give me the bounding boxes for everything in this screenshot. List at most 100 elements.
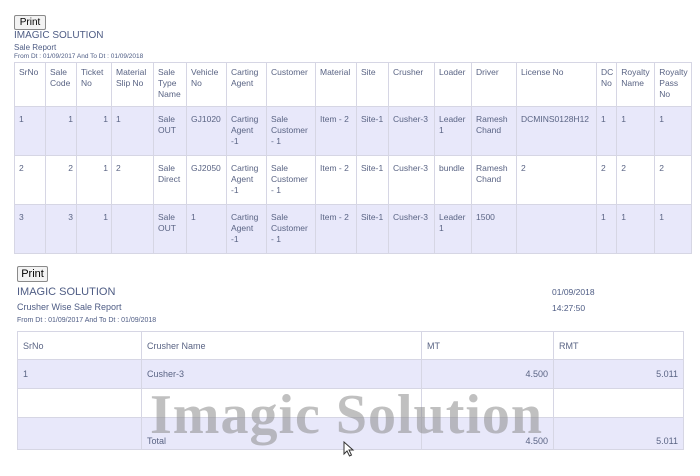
table-cell: Carting Agent -1 <box>226 204 267 254</box>
table-cell <box>111 204 154 254</box>
table-cell: 2 <box>516 155 597 205</box>
report-date: 01/09/2018 <box>552 287 595 297</box>
column-header: Royalty Pass No <box>654 62 692 107</box>
table-cell: Cusher-3 <box>388 106 435 156</box>
table-cell: Sale OUT <box>153 204 187 254</box>
table-cell: 4.500 <box>421 359 554 389</box>
report-time: 14:27:50 <box>552 303 586 313</box>
mouse-pointer-icon <box>343 441 355 457</box>
table-cell: Ramesh Chand <box>471 106 517 156</box>
table-cell: 2 <box>111 155 154 205</box>
table-cell: 2 <box>654 155 692 205</box>
print-button[interactable]: Print <box>14 15 46 30</box>
column-header: Material Slip No <box>111 62 154 107</box>
table-cell: Carting Agent -1 <box>226 106 267 156</box>
table-header-row: SrNo Crusher Name MT RMT <box>17 331 684 360</box>
table-cell: 1 <box>654 204 692 254</box>
table-cell: 1 <box>595 204 618 254</box>
table-cell: Sale OUT <box>153 106 187 156</box>
table-cell: Carting Agent -1 <box>226 155 267 205</box>
column-header: DC No <box>595 62 618 107</box>
table-cell: Sale Customer - 1 <box>266 106 316 156</box>
table-row: 1 Cusher-3 4.500 5.011 <box>17 359 684 389</box>
table-cell: Sale Customer - 1 <box>266 155 316 205</box>
table-cell: 2 <box>14 155 46 205</box>
table-cell: Leader 1 <box>434 106 472 156</box>
table-cell: GJ2050 <box>186 155 227 205</box>
total-rmt: 5.011 <box>553 417 684 450</box>
table-cell: 2 <box>45 155 77 205</box>
sale-report-table: SrNo Sale Code Ticket No Material Slip N… <box>14 62 692 254</box>
table-cell: 1 <box>595 106 618 156</box>
table-cell <box>141 388 422 418</box>
table-cell: 1 <box>111 106 154 156</box>
table-cell: 1 <box>14 106 46 156</box>
table-cell: 2 <box>616 155 656 205</box>
table-cell: 3 <box>14 204 46 254</box>
column-header: Sale Type Name <box>153 62 187 107</box>
column-header: License No <box>516 62 597 107</box>
table-cell: Site-1 <box>356 155 389 205</box>
table-cell: bundle <box>434 155 472 205</box>
table-cell <box>553 388 684 418</box>
column-header: Site <box>356 62 389 107</box>
column-header: Driver <box>471 62 517 107</box>
table-cell: Ramesh Chand <box>471 155 517 205</box>
table-header-row: SrNo Sale Code Ticket No Material Slip N… <box>14 62 692 107</box>
table-cell <box>17 417 142 450</box>
column-header: Customer <box>266 62 316 107</box>
column-header: RMT <box>553 331 684 360</box>
column-header: SrNo <box>17 331 142 360</box>
table-cell: Sale Customer - 1 <box>266 204 316 254</box>
table-cell: Sale Direct <box>153 155 187 205</box>
table-cell: Cusher-3 <box>388 204 435 254</box>
table-row: 3 3 1 Sale OUT 1 Carting Agent -1 Sale C… <box>14 204 692 254</box>
print-button[interactable]: Print <box>17 266 48 282</box>
table-cell: 1 <box>45 106 77 156</box>
table-cell: 1 <box>654 106 692 156</box>
table-cell: Site-1 <box>356 106 389 156</box>
table-cell: 1 <box>76 204 112 254</box>
table-cell: DCMINS0128H12 <box>516 106 597 156</box>
table-cell: Leader 1 <box>434 204 472 254</box>
table-cell: 1500 <box>471 204 517 254</box>
total-mt: 4.500 <box>421 417 554 450</box>
column-header: Royalty Name <box>616 62 656 107</box>
table-cell <box>17 388 142 418</box>
table-cell: Item - 2 <box>315 155 357 205</box>
table-cell: 1 <box>76 106 112 156</box>
table-cell: 1 <box>17 359 142 389</box>
table-cell: Site-1 <box>356 204 389 254</box>
table-cell: 3 <box>45 204 77 254</box>
table-cell: 5.011 <box>553 359 684 389</box>
table-cell: 2 <box>595 155 618 205</box>
column-header: Vehicle No <box>186 62 227 107</box>
crusher-sale-table: SrNo Crusher Name MT RMT 1 Cusher-3 4.50… <box>17 331 684 450</box>
report-title: Crusher Wise Sale Report <box>17 302 122 312</box>
table-cell: Item - 2 <box>315 204 357 254</box>
date-range: From Dt : 01/09/2017 And To Dt : 01/09/2… <box>14 53 144 60</box>
table-cell: Cusher-3 <box>388 155 435 205</box>
column-header: Sale Code <box>45 62 77 107</box>
table-cell <box>421 388 554 418</box>
column-header: Carting Agent <box>226 62 267 107</box>
table-cell: GJ1020 <box>186 106 227 156</box>
company-name: IMAGIC SOLUTION <box>17 286 116 298</box>
column-header: Ticket No <box>76 62 112 107</box>
column-header: MT <box>421 331 554 360</box>
table-cell: 1 <box>76 155 112 205</box>
column-header: SrNo <box>14 62 46 107</box>
report-title: Sale Report <box>14 43 57 52</box>
company-name: IMAGIC SOLUTION <box>14 30 104 41</box>
date-range: From Dt : 01/09/2017 And To Dt : 01/09/2… <box>17 317 157 324</box>
column-header: Loader <box>434 62 472 107</box>
table-cell: 1 <box>616 204 656 254</box>
table-cell <box>516 204 597 254</box>
table-row: 2 2 1 2 Sale Direct GJ2050 Carting Agent… <box>14 155 692 205</box>
table-row <box>17 388 684 418</box>
table-cell: 1 <box>186 204 227 254</box>
column-header: Crusher Name <box>141 331 422 360</box>
table-cell: Item - 2 <box>315 106 357 156</box>
total-label: Total <box>141 417 422 450</box>
table-row: 1 1 1 1 Sale OUT GJ1020 Carting Agent -1… <box>14 106 692 156</box>
